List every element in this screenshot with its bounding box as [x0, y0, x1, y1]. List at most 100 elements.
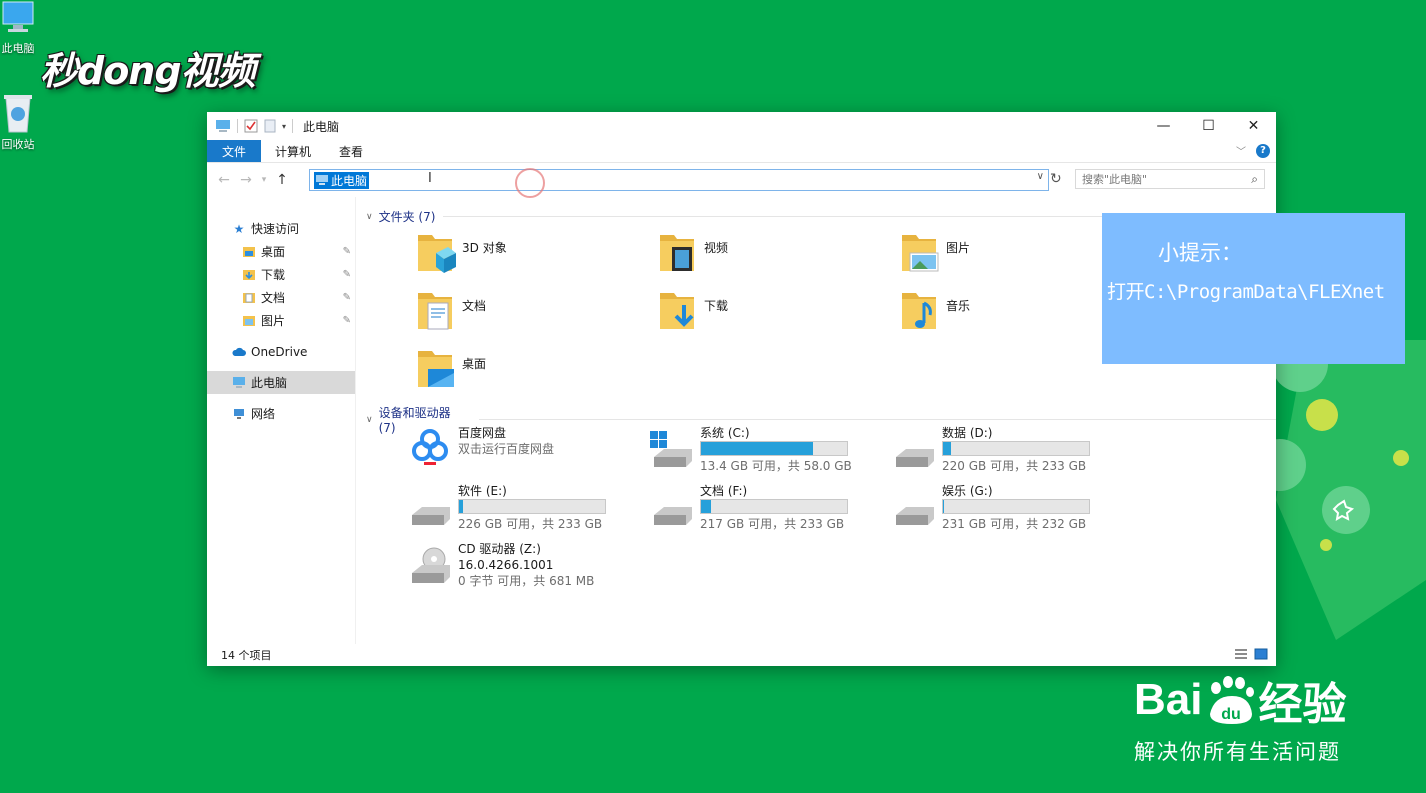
sidebar-item-quick-access[interactable]: ★ 快速访问 — [207, 217, 355, 240]
paw-icon: du — [1210, 676, 1255, 724]
sidebar-item-downloads[interactable]: 下载 ✎ — [207, 263, 355, 286]
hard-drive-icon — [654, 507, 692, 525]
system-drive-icon — [650, 431, 692, 467]
status-bar: 14 个项目 — [207, 644, 1276, 666]
drive-f[interactable]: 文档 (F:) 217 GB 可用，共 233 GB — [650, 483, 848, 532]
drive-usage-bar — [458, 499, 606, 514]
expand-ribbon-icon[interactable]: ﹀ — [1236, 143, 1246, 158]
hard-drive-icon — [412, 507, 450, 525]
close-button[interactable]: ✕ — [1231, 112, 1276, 140]
sidebar-item-label: 快速访问 — [251, 222, 300, 236]
folder-documents[interactable]: 文档 — [416, 289, 486, 333]
device-name: 百度网盘 — [458, 426, 507, 440]
cloud-icon — [232, 347, 246, 356]
details-view-icon[interactable] — [1234, 648, 1248, 660]
tab-file[interactable]: 文件 — [207, 140, 262, 162]
navigation-pane: ★ 快速访问 桌面 ✎ 下载 ✎ 文档 ✎ 图片 ✎ OneDrive 此电脑 … — [207, 197, 356, 644]
sidebar-item-this-pc[interactable]: 此电脑 — [207, 371, 355, 394]
folder-pictures[interactable]: 图片 — [900, 231, 970, 275]
minimize-button[interactable]: — — [1141, 112, 1186, 140]
drive-name: 软件 (E:) — [458, 484, 507, 498]
documents-folder-icon — [418, 293, 452, 330]
search-input[interactable]: 搜索"此电脑" ⌕ — [1075, 169, 1265, 189]
documents-folder-icon — [243, 292, 255, 303]
desktop-icon-recycle-bin[interactable]: 回收站 — [0, 92, 38, 152]
file-explorer-window: ▾ 此电脑 — ☐ ✕ 文件 计算机 查看 ﹀ ? ← → ▾ ↑ 此电脑 I — [207, 112, 1276, 666]
folder-music[interactable]: 音乐 — [900, 289, 970, 333]
new-folder-icon[interactable] — [264, 119, 276, 133]
sidebar-item-network[interactable]: 网络 — [207, 402, 355, 425]
drive-usage-bar — [942, 499, 1090, 514]
customize-toolbar-icon[interactable]: ▾ — [282, 122, 286, 131]
sidebar-item-pictures[interactable]: 图片 ✎ — [207, 309, 355, 332]
computer-icon — [216, 120, 230, 132]
drive-name: 数据 (D:) — [942, 426, 993, 440]
sidebar-item-label: 下载 — [261, 268, 286, 282]
drive-space-info: 0 字节 可用，共 681 MB — [458, 574, 595, 588]
folder-downloads[interactable]: 下载 — [658, 289, 728, 333]
chevron-down-icon: ∨ — [366, 211, 373, 222]
drive-space-info: 231 GB 可用，共 232 GB — [942, 517, 1087, 531]
forward-arrow-icon[interactable]: → — [235, 172, 257, 188]
computer-icon — [233, 376, 245, 388]
drive-name: 文档 (F:) — [700, 484, 748, 498]
sidebar-item-documents[interactable]: 文档 ✎ — [207, 286, 355, 309]
sidebar-item-label: OneDrive — [251, 344, 308, 359]
3d-objects-folder-icon — [418, 235, 456, 273]
large-icons-view-icon[interactable] — [1254, 648, 1268, 660]
tip-text: 打开C:\ProgramData\FLEXnet — [1107, 281, 1385, 303]
title-bar: ▾ 此电脑 — ☐ ✕ — [207, 112, 1276, 140]
tab-computer[interactable]: 计算机 — [261, 140, 325, 162]
drive-c[interactable]: 系统 (C:) 13.4 GB 可用，共 58.0 GB — [650, 425, 852, 474]
video-watermark-logo: 秒dong视频 — [40, 49, 256, 93]
pin-icon[interactable]: ✎ — [343, 292, 351, 303]
sidebar-item-onedrive[interactable]: OneDrive — [207, 340, 355, 363]
tab-view[interactable]: 查看 — [325, 140, 377, 162]
folder-videos[interactable]: 视频 — [658, 231, 728, 275]
desktop-icon-this-pc[interactable]: 此电脑 — [0, 0, 38, 56]
address-bar[interactable]: 此电脑 I ∨ — [309, 168, 1049, 198]
download-folder-icon — [243, 269, 255, 280]
pictures-folder-icon — [243, 315, 255, 326]
drive-e[interactable]: 软件 (E:) 226 GB 可用，共 233 GB — [408, 483, 606, 532]
maximize-button[interactable]: ☐ — [1186, 112, 1231, 140]
recent-locations-icon[interactable]: ▾ — [257, 175, 271, 185]
refresh-icon[interactable]: ↻ — [1050, 171, 1062, 187]
sidebar-item-desktop[interactable]: 桌面 ✎ — [207, 240, 355, 263]
folder-3d-objects[interactable]: 3D 对象 — [416, 231, 507, 275]
tip-title: 小提示： — [1158, 241, 1242, 265]
pictures-folder-icon — [902, 235, 939, 272]
pin-icon[interactable]: ✎ — [343, 246, 351, 257]
pin-icon[interactable]: ✎ — [343, 315, 351, 326]
drive-name: CD 驱动器 (Z:) — [458, 542, 541, 556]
baidu-netdisk-icon — [412, 429, 448, 465]
drive-space-info: 226 GB 可用，共 233 GB — [458, 517, 603, 531]
device-subtitle: 双击运行百度网盘 — [458, 442, 555, 456]
drive-z-cd[interactable]: CD 驱动器 (Z:) 16.0.4266.1001 0 字节 可用，共 681… — [408, 541, 594, 589]
svg-text:du: du — [1222, 706, 1242, 723]
folder-desktop[interactable]: 桌面 — [416, 347, 486, 391]
sidebar-item-label: 图片 — [261, 314, 286, 328]
computer-icon — [2, 1, 34, 32]
back-arrow-icon[interactable]: ← — [213, 172, 235, 188]
address-text: 此电脑 — [331, 173, 368, 188]
help-icon[interactable]: ? — [1256, 143, 1270, 158]
drive-d[interactable]: 数据 (D:) 220 GB 可用，共 233 GB — [892, 425, 1090, 474]
downloads-folder-icon — [660, 293, 694, 329]
drive-g[interactable]: 娱乐 (G:) 231 GB 可用，共 232 GB — [892, 483, 1090, 532]
music-folder-icon — [902, 293, 936, 329]
up-arrow-icon[interactable]: ↑ — [271, 172, 293, 188]
baidu-netdisk-item[interactable]: 百度网盘 双击运行百度网盘 — [408, 425, 554, 467]
sidebar-item-label: 文档 — [261, 291, 286, 305]
drive-usage-bar — [942, 441, 1090, 456]
cd-drive-icon — [412, 547, 450, 583]
network-icon — [234, 408, 244, 419]
tip-box: 小提示： 打开C:\ProgramData\FLEXnet — [1102, 213, 1405, 364]
window-title: 此电脑 — [303, 119, 340, 134]
properties-icon[interactable] — [244, 119, 258, 133]
baidu-jingyan-logo: Bai du 经验 解决你所有生活问题 — [1134, 668, 1346, 766]
drive-space-info: 217 GB 可用，共 233 GB — [700, 517, 845, 531]
ribbon-tabs: 文件 计算机 查看 ﹀ ? — [207, 140, 1276, 163]
pin-icon[interactable]: ✎ — [343, 269, 351, 280]
chevron-down-icon[interactable]: ∨ — [1037, 171, 1044, 182]
